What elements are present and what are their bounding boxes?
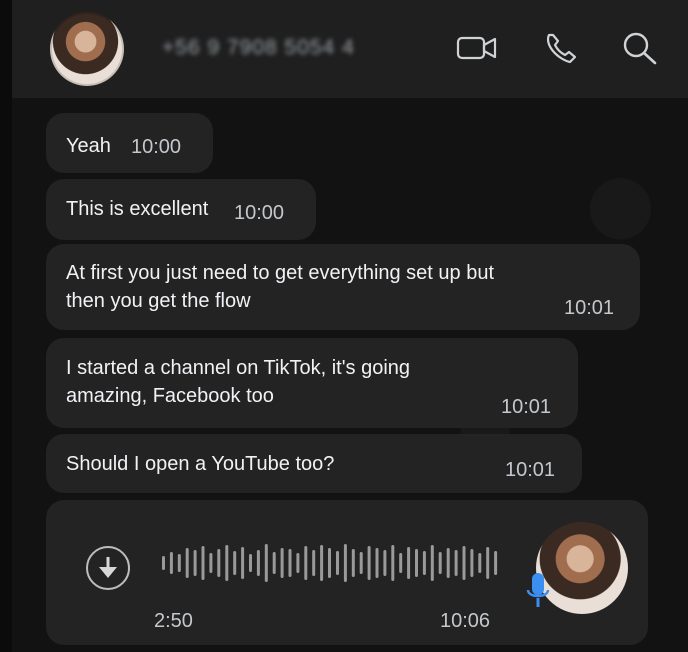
waveform-bar (185, 548, 189, 578)
waveform-bar (462, 546, 466, 580)
message-time: 10:01 (505, 459, 556, 481)
waveform-bar (336, 551, 339, 575)
waveform-bar (351, 549, 355, 577)
waveform-bar (280, 548, 284, 578)
voice-time: 10:06 (440, 610, 491, 632)
waveform-bar (375, 548, 379, 578)
message-bubble[interactable]: At first you just need to get everything… (46, 244, 640, 330)
waveform-bar (209, 553, 213, 573)
chat-header: +56 9 7908 5054 4 (12, 0, 688, 98)
message-bubble[interactable]: Should I open a YouTube too? 10:01 (46, 434, 582, 493)
waveform-bar (494, 551, 498, 575)
waveform-bar (169, 552, 173, 574)
video-call-icon[interactable] (456, 30, 498, 66)
waveform-bar (296, 553, 300, 573)
contact-avatar[interactable] (50, 12, 124, 86)
waveform-bar (470, 549, 474, 577)
waveform-bar (415, 549, 418, 577)
message-bubble[interactable]: Yeah 10:00 (46, 113, 213, 173)
waveform-bar (399, 553, 403, 573)
waveform-bar (328, 548, 331, 578)
waveform-bar (454, 550, 458, 576)
waveform-bar (391, 545, 395, 581)
waveform-bar (193, 550, 197, 576)
waveform-bar (343, 544, 347, 582)
waveform-bar (272, 552, 276, 574)
waveform-bar (422, 551, 426, 575)
search-icon[interactable] (620, 30, 662, 66)
message-time: 10:01 (564, 297, 615, 319)
mic-icon (526, 573, 550, 607)
message-text: Should I open a YouTube too? (66, 453, 335, 475)
waveform-bar (367, 546, 371, 580)
message-text: Yeah (66, 135, 111, 157)
message-bubble[interactable]: This is excellent 10:00 (46, 179, 316, 240)
waveform-bar (233, 551, 237, 575)
message-text: This is excellent (66, 198, 209, 220)
waveform-bar (177, 554, 181, 572)
voice-message[interactable]: 2:50 10:06 (46, 500, 648, 645)
voice-duration: 2:50 (154, 610, 193, 632)
waveform-bar (241, 547, 245, 579)
waveform-bar (249, 554, 252, 572)
message-bubble[interactable]: I started a channel on TikTok, it's goin… (46, 338, 578, 428)
download-icon[interactable] (86, 546, 130, 590)
waveform-bar (256, 550, 260, 576)
waveform-bar (288, 549, 292, 577)
waveform-bar (264, 544, 268, 582)
waveform-bar (486, 547, 490, 579)
voice-waveform[interactable] (161, 542, 501, 584)
waveform-bar (446, 548, 450, 578)
waveform-bar (438, 552, 442, 574)
waveform-bar (430, 545, 434, 581)
message-text: At first you just need to get everything… (66, 262, 495, 312)
waveform-bar (201, 546, 205, 580)
waveform-bar (304, 546, 308, 580)
waveform-bar (217, 549, 221, 577)
waveform-bar (312, 550, 316, 576)
waveform-bar (225, 545, 229, 581)
message-time: 10:00 (131, 136, 182, 158)
contact-number[interactable]: +56 9 7908 5054 4 (162, 36, 355, 60)
waveform-bar (359, 552, 363, 574)
voice-call-icon[interactable] (542, 30, 584, 66)
message-time: 10:00 (234, 202, 285, 224)
waveform-bar (478, 553, 482, 573)
waveform-bar (407, 547, 411, 579)
message-text: I started a channel on TikTok, it's goin… (66, 357, 411, 407)
waveform-bar (320, 545, 324, 581)
waveform-bar (162, 556, 165, 570)
waveform-bar (383, 550, 387, 576)
message-time: 10:01 (501, 396, 552, 418)
